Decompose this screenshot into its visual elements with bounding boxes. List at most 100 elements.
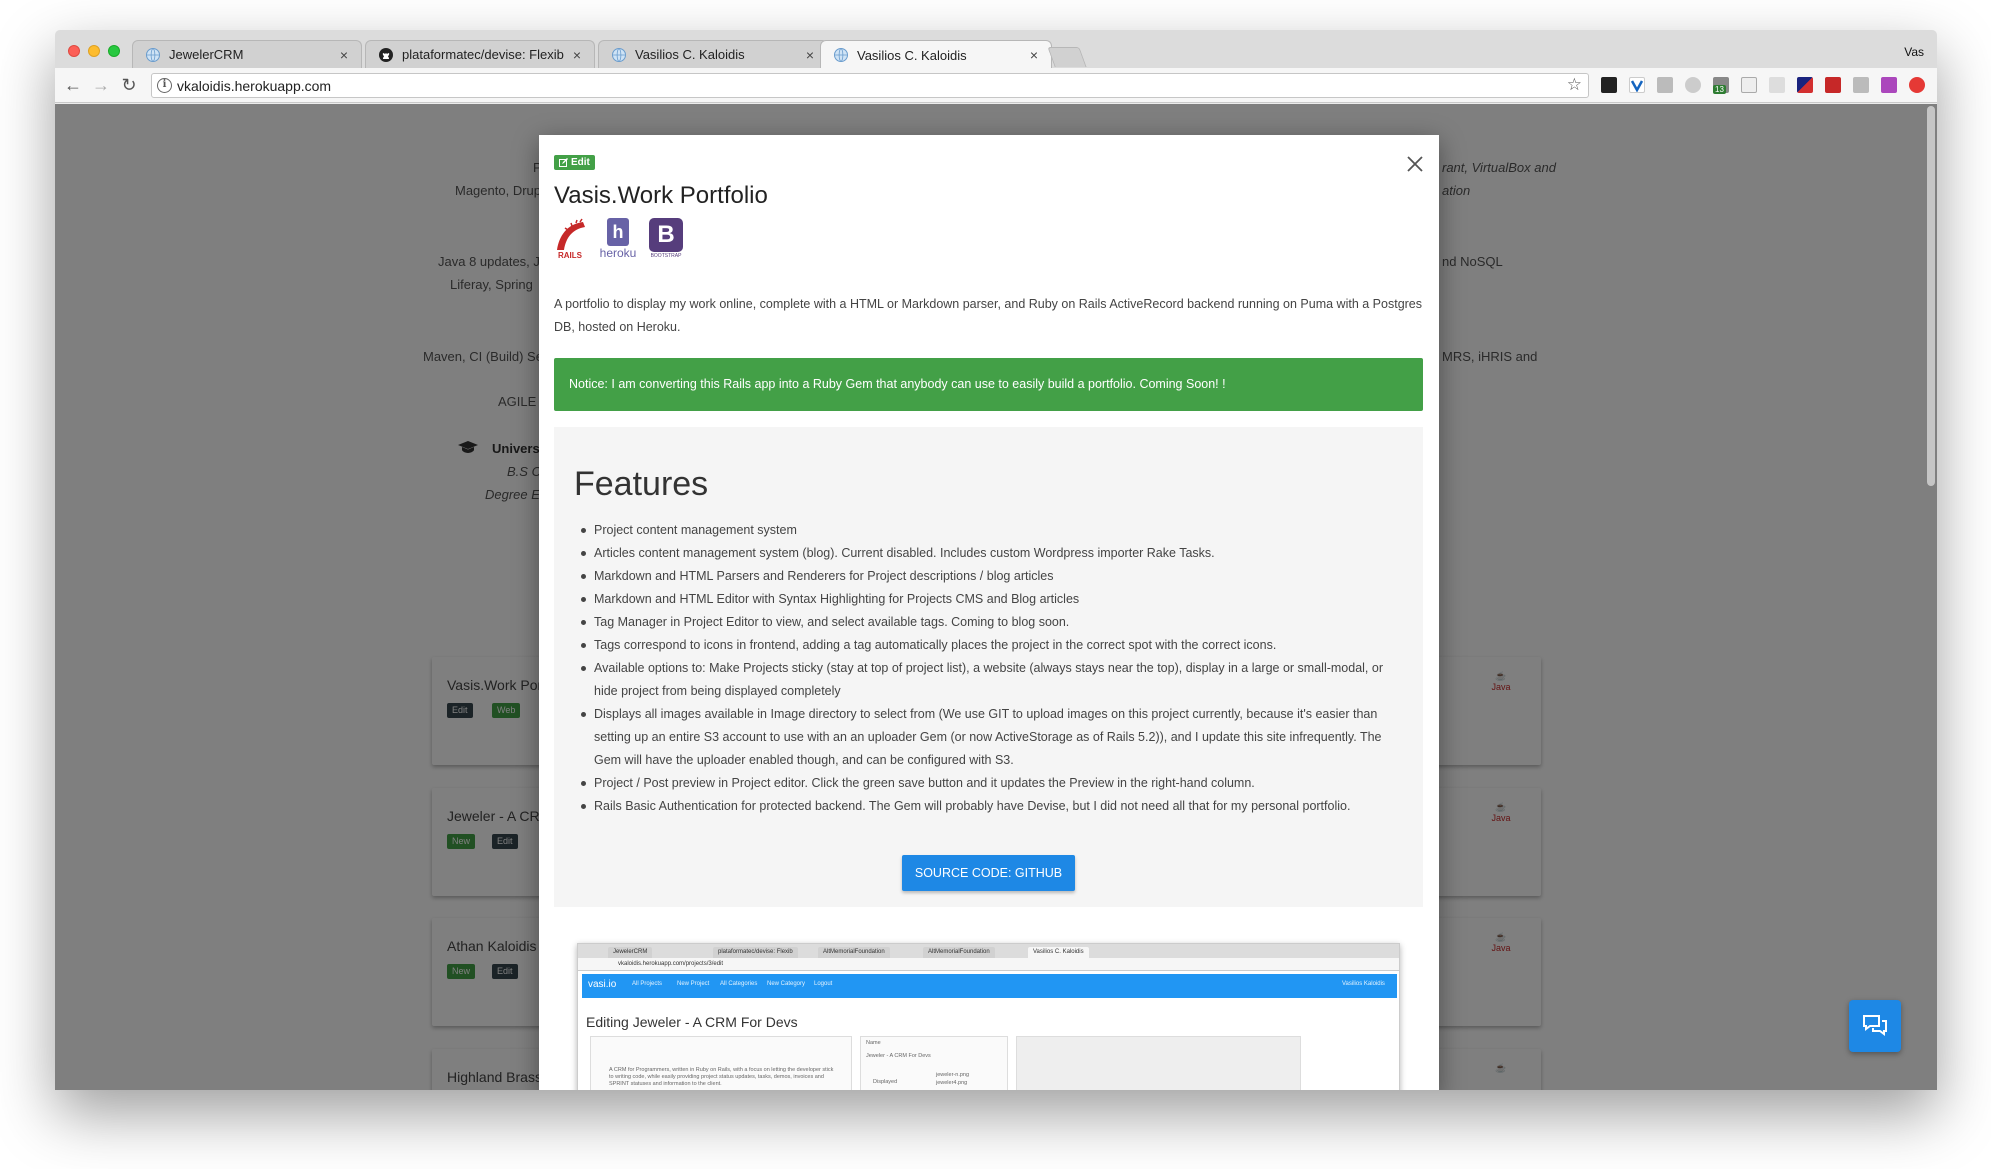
screenshot-nav-item: New Project: [677, 981, 710, 987]
extension-v-icon[interactable]: [1629, 77, 1645, 93]
close-icon[interactable]: ×: [803, 48, 817, 62]
tab-title: Vasilios C. Kaloidis: [857, 47, 967, 63]
info-icon[interactable]: i: [157, 78, 172, 93]
tab-title: Vasilios C. Kaloidis: [635, 47, 745, 62]
notice-banner: Notice: I am converting this Rails app i…: [554, 358, 1423, 411]
feature-item: Tag Manager in Project Editor to view, a…: [581, 611, 1394, 634]
project-modal: Edit Vasis.Work Portfolio RAILS h heroku…: [539, 135, 1439, 1090]
back-icon[interactable]: ←: [63, 75, 83, 95]
extension-red-icon[interactable]: [1825, 77, 1841, 93]
extension-thumb-icon[interactable]: [1853, 77, 1869, 93]
extension-pin-icon[interactable]: [1769, 77, 1785, 93]
tab-vasilios-active[interactable]: Vasilios C. Kaloidis ×: [820, 40, 1052, 69]
modal-title: Vasis.Work Portfolio: [554, 182, 768, 209]
screenshot-nav-item: All Projects: [632, 981, 663, 987]
address-bar[interactable]: i vkaloidis.herokuapp.com ☆: [151, 73, 1589, 98]
project-screenshot: JewelerCRM plataformatec/devise: Flexib …: [577, 943, 1400, 1090]
bookmark-star-icon[interactable]: ☆: [1567, 75, 1582, 95]
extension-flag-icon[interactable]: [1797, 77, 1813, 93]
screenshot-tab: JewelerCRM: [608, 947, 653, 958]
screenshot-tab: Vasilios C. Kaloidis: [1028, 947, 1089, 958]
feature-item: Displays all images available in Image d…: [581, 703, 1394, 772]
feature-item: Articles content management system (blog…: [581, 542, 1394, 565]
screenshot-tab: plataformatec/devise: Flexib: [713, 947, 798, 958]
rails-label: RAILS: [558, 251, 582, 260]
screenshot-field-value: Jeweler - A CRM For Devs: [866, 1053, 931, 1059]
tab-vasilios-1[interactable]: Vasilios C. Kaloidis ×: [598, 40, 828, 68]
tech-icons: RAILS h heroku B BOOTSTRAP: [554, 218, 684, 262]
github-icon: [378, 47, 394, 63]
screenshot-displayed: Displayed: [873, 1079, 898, 1085]
screenshot-address: vkaloidis.herokuapp.com/projects/3/edit: [578, 958, 1399, 971]
bootstrap-icon: B BOOTSTRAP: [648, 218, 684, 262]
bootstrap-label: BOOTSTRAP: [650, 253, 682, 259]
tab-jewelercrm[interactable]: JewelerCRM ×: [132, 40, 362, 68]
profile-name[interactable]: Vas: [1904, 45, 1924, 59]
heroku-label: heroku: [599, 246, 637, 260]
close-icon[interactable]: ×: [337, 48, 351, 62]
rails-icon: RAILS: [554, 218, 588, 262]
new-tab-button[interactable]: [1047, 47, 1087, 67]
extension-cube-icon[interactable]: [1685, 77, 1701, 93]
feature-item: Rails Basic Authentication for protected…: [581, 795, 1394, 818]
screenshot-file: jeweler-n.png: [936, 1072, 970, 1078]
globe-icon: [833, 47, 849, 63]
globe-icon: [145, 47, 161, 63]
chat-icon: [1863, 1015, 1887, 1036]
screenshot-tab: AltMemorialFoundation: [923, 947, 995, 958]
edit-icon: [559, 158, 568, 167]
globe-icon: [611, 47, 627, 63]
feature-item: Markdown and HTML Parsers and Renderers …: [581, 565, 1394, 588]
screenshot-user: Vasilios Kaloidis: [1342, 981, 1385, 987]
tab-title: JewelerCRM: [169, 47, 244, 62]
screenshot-preview: [1016, 1036, 1301, 1090]
screenshot-file: jeweler4.png: [936, 1080, 968, 1086]
screenshot-form: Name Jeweler - A CRM For Devs Displayed …: [860, 1036, 1008, 1090]
close-icon[interactable]: ×: [570, 48, 584, 62]
feature-item: Project content management system: [581, 519, 1394, 542]
screenshot-navbar: vasi.io All Projects New Project All Cat…: [582, 974, 1397, 998]
modal-description: A portfolio to display my work online, c…: [554, 297, 1423, 334]
window-close-button[interactable]: [68, 45, 80, 57]
chat-widget-button[interactable]: [1849, 1000, 1901, 1052]
features-section: Features Project content management syst…: [554, 427, 1423, 907]
screenshot-field-label: Name: [866, 1040, 881, 1046]
screenshot-heading: Editing Jeweler - A CRM For Devs: [586, 1014, 798, 1030]
window-minimize-button[interactable]: [88, 45, 100, 57]
extension-jb-icon[interactable]: [1601, 77, 1617, 93]
edit-label: Edit: [571, 157, 590, 168]
browser-window: JewelerCRM × plataformatec/devise: Flexi…: [55, 30, 1937, 1090]
forward-icon[interactable]: →: [91, 75, 111, 95]
screenshot-nav-item: All Categories: [720, 981, 758, 987]
extension-zero-icon[interactable]: [1741, 77, 1757, 93]
heroku-icon: h heroku: [598, 218, 638, 262]
heroku-glyph: h: [607, 218, 629, 246]
extension-gray-icon[interactable]: [1657, 77, 1673, 93]
extension-purple-icon[interactable]: [1881, 77, 1897, 93]
extension-badge: 13: [1713, 85, 1726, 94]
screenshot-body: A CRM for Programmers, written in Ruby o…: [609, 1067, 834, 1087]
feature-item: Tags correspond to icons in frontend, ad…: [581, 634, 1394, 657]
feature-item: Project / Post preview in Project editor…: [581, 772, 1394, 795]
features-heading: Features: [574, 465, 709, 503]
extension-calendar-icon[interactable]: 13: [1713, 77, 1729, 94]
features-list: Project content management system Articl…: [581, 519, 1394, 818]
close-icon[interactable]: [1406, 155, 1424, 173]
close-icon[interactable]: ×: [1027, 48, 1041, 62]
tab-devise[interactable]: plataformatec/devise: Flexible ×: [365, 40, 595, 68]
edit-button[interactable]: Edit: [554, 155, 595, 170]
screenshot-nav-item: Logout: [814, 981, 833, 987]
tab-title: plataformatec/devise: Flexible: [402, 47, 564, 62]
extension-stop-icon[interactable]: [1909, 77, 1925, 93]
source-code-button[interactable]: SOURCE CODE: GITHUB: [902, 855, 1075, 891]
page-viewport: P Magento, Drup Java 8 updates, J Lifera…: [55, 104, 1937, 1090]
reload-icon[interactable]: ↻: [119, 75, 139, 95]
page-scrollbar[interactable]: [1927, 106, 1935, 486]
screenshot-tabs: JewelerCRM plataformatec/devise: Flexib …: [578, 944, 1399, 958]
feature-item: Markdown and HTML Editor with Syntax Hig…: [581, 588, 1394, 611]
tab-strip: JewelerCRM × plataformatec/devise: Flexi…: [55, 30, 1937, 69]
url-text[interactable]: vkaloidis.herokuapp.com: [177, 78, 331, 94]
screenshot-tab: AltMemorialFoundation: [818, 947, 890, 958]
window-maximize-button[interactable]: [108, 45, 120, 57]
screenshot-brand: vasi.io: [588, 979, 617, 990]
